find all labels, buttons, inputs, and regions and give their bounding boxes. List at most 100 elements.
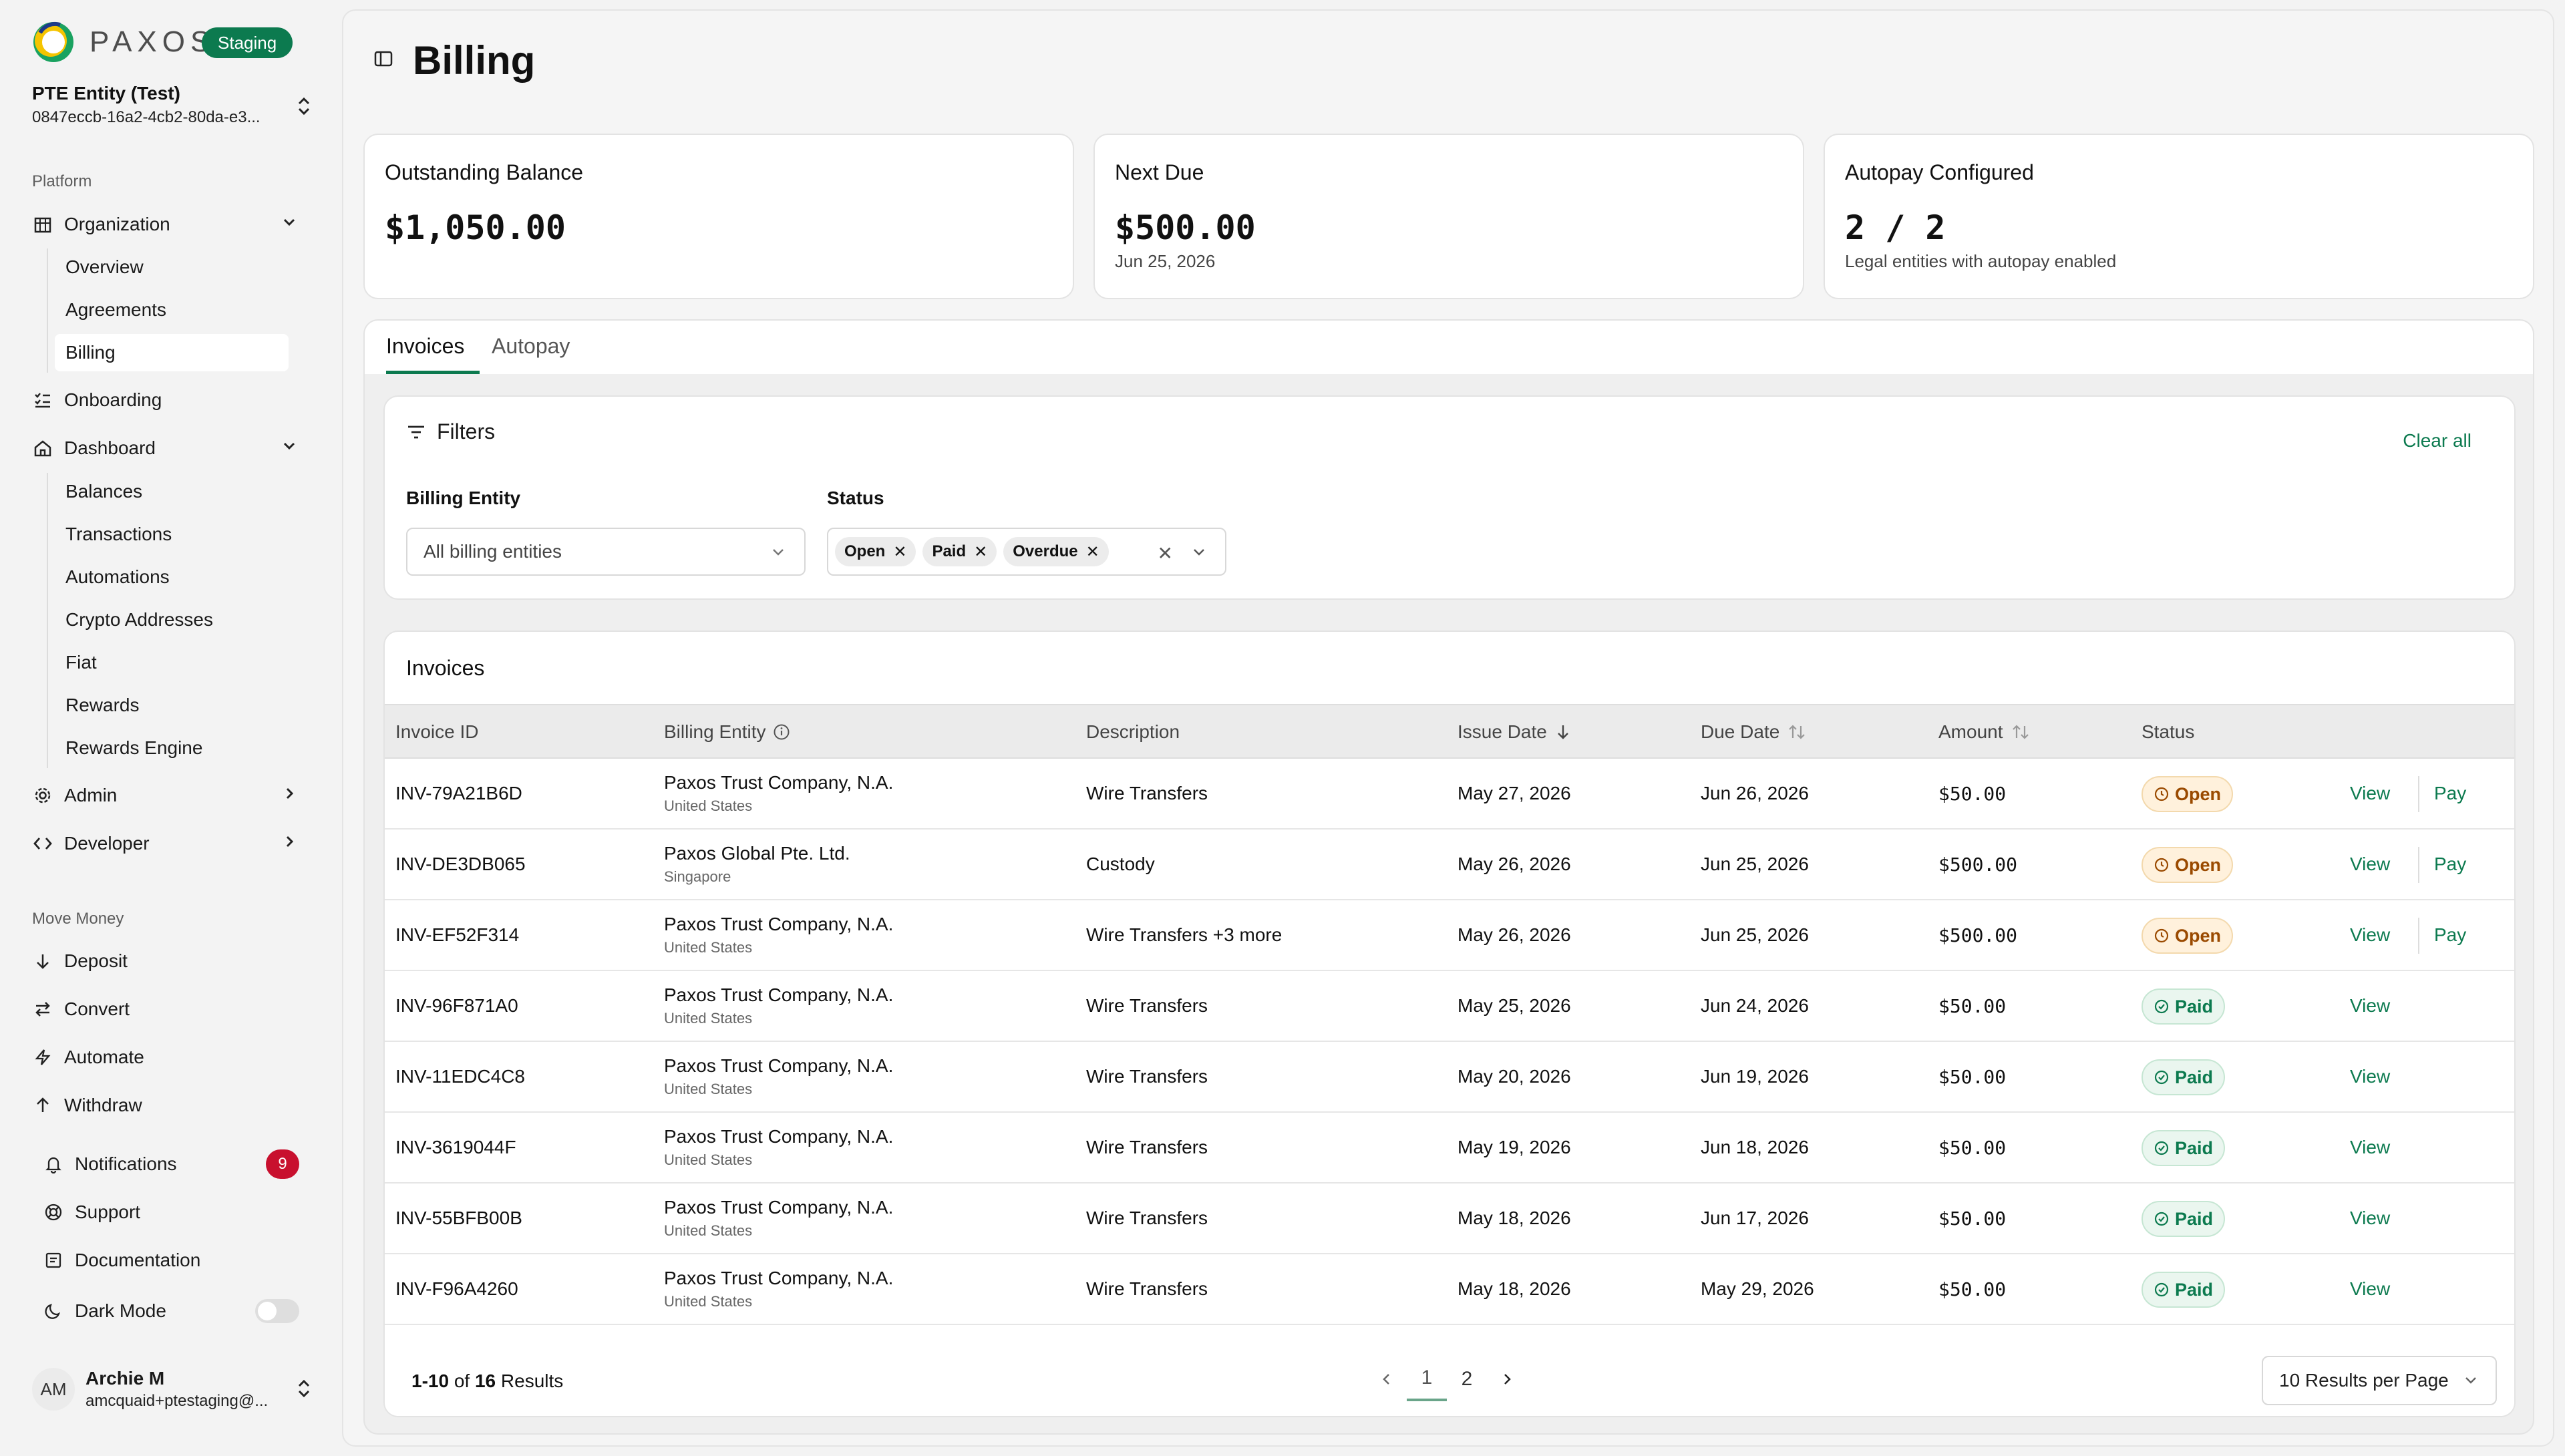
nav-rewards-engine[interactable]: Rewards Engine <box>55 729 289 767</box>
nav-organization[interactable]: Organization <box>32 206 313 243</box>
nav-documentation[interactable]: Documentation <box>43 1242 313 1279</box>
nav-crypto-addresses[interactable]: Crypto Addresses <box>55 601 289 639</box>
table-row[interactable]: INV-79A21B6D Paxos Trust Company, N.A. Uni… <box>385 759 2514 830</box>
page-button-2[interactable]: 2 <box>1447 1357 1487 1401</box>
invoices-table-card: Invoices Invoice ID Billing Entity Descr… <box>383 630 2516 1417</box>
nav-admin[interactable]: Admin <box>32 777 313 814</box>
nav-billing[interactable]: Billing <box>55 334 289 371</box>
tab-autopay[interactable]: Autopay <box>492 334 570 374</box>
view-invoice-link[interactable]: View <box>2350 1137 2390 1158</box>
entity-name: Paxos Trust Company, N.A. <box>664 1055 894 1076</box>
chevron-down-icon[interactable] <box>281 214 298 236</box>
user-email: amcquaid+ptestaging@... <box>86 1392 269 1410</box>
nav-convert[interactable]: Convert <box>32 990 313 1028</box>
view-invoice-link[interactable]: View <box>2350 1066 2390 1087</box>
chevron-right-icon[interactable] <box>281 785 298 807</box>
due-date: Jun 19, 2026 <box>1701 1066 1809 1087</box>
nav-overview[interactable]: Overview <box>55 248 289 286</box>
next-page-button[interactable] <box>1487 1357 1527 1401</box>
view-invoice-link[interactable]: View <box>2350 924 2390 946</box>
nav-transactions[interactable]: Transactions <box>55 516 289 553</box>
nav-label: Deposit <box>64 950 128 971</box>
nav-rewards[interactable]: Rewards <box>55 687 289 724</box>
view-invoice-link[interactable]: View <box>2350 783 2390 804</box>
table-row[interactable]: INV-55BFB00B Paxos Trust Company, N.A. Uni… <box>385 1184 2514 1254</box>
entity-country: United States <box>664 1293 753 1310</box>
close-icon[interactable]: ✕ <box>1086 542 1099 562</box>
nav-automate[interactable]: Automate <box>32 1039 313 1076</box>
table-row[interactable]: INV-EF52F314 Paxos Trust Company, N.A. Uni… <box>385 900 2514 971</box>
pay-invoice-link[interactable]: Pay <box>2434 783 2466 804</box>
invoice-id: INV-11EDC4C8 <box>395 1066 526 1087</box>
entity-name: Paxos Global Pte. Ltd. <box>664 843 850 864</box>
chevron-right-icon[interactable] <box>281 833 298 855</box>
avatar: AM <box>32 1368 75 1411</box>
nav-balances[interactable]: Balances <box>55 473 289 510</box>
due-date: Jun 24, 2026 <box>1701 995 1809 1016</box>
stat-title: Next Due <box>1115 160 1204 184</box>
sort-icon[interactable] <box>2011 723 2030 741</box>
due-date: Jun 25, 2026 <box>1701 924 1809 945</box>
table-row[interactable]: INV-3619044F Paxos Trust Company, N.A. Uni… <box>385 1113 2514 1184</box>
sort-icon[interactable] <box>1787 723 1806 741</box>
dark-mode-toggle[interactable] <box>255 1299 299 1323</box>
nav-developer[interactable]: Developer <box>32 825 313 862</box>
status-chip-open[interactable]: Open ✕ <box>835 537 916 566</box>
table-row[interactable]: INV-F96A4260 Paxos Trust Company, N.A. Uni… <box>385 1254 2514 1325</box>
nav-withdraw[interactable]: Withdraw <box>32 1087 313 1124</box>
table-row[interactable]: INV-96F871A0 Paxos Trust Company, N.A. Uni… <box>385 971 2514 1042</box>
status-chip-overdue[interactable]: Overdue ✕ <box>1003 537 1109 566</box>
invoice-amount: $50.00 <box>1938 1137 2007 1159</box>
user-menu[interactable]: AM Archie M amcquaid+ptestaging@... <box>32 1362 313 1416</box>
results-per-page-select[interactable]: 10 Results per Page <box>2262 1356 2497 1405</box>
issue-date: May 26, 2026 <box>1458 924 1571 945</box>
nav-dashboard[interactable]: Dashboard <box>32 429 313 467</box>
brand-logo[interactable]: PAXOS <box>31 20 215 64</box>
nav-label: Developer <box>64 833 150 854</box>
nav-fiat[interactable]: Fiat <box>55 644 289 681</box>
view-invoice-link[interactable]: View <box>2350 1208 2390 1229</box>
results-range: 1-10 <box>411 1371 450 1391</box>
view-invoice-link[interactable]: View <box>2350 1278 2390 1300</box>
view-invoice-link[interactable]: View <box>2350 854 2390 875</box>
home-icon <box>32 437 53 459</box>
page-title: Billing <box>413 38 536 83</box>
chip-label: Open <box>844 542 886 560</box>
nav-agreements[interactable]: Agreements <box>55 291 289 329</box>
nav-automations[interactable]: Automations <box>55 558 289 596</box>
previous-page-button[interactable] <box>1367 1357 1407 1401</box>
info-icon[interactable] <box>773 723 790 741</box>
pay-invoice-link[interactable]: Pay <box>2434 854 2466 875</box>
billing-entity-select[interactable]: All billing entities <box>406 528 806 576</box>
tab-invoices[interactable]: Invoices <box>386 334 480 374</box>
column-amount[interactable]: Amount <box>1938 721 2030 743</box>
entity-switcher[interactable]: PTE Entity (Test) 0847eccb-16a2-4cb2-80d… <box>32 83 313 127</box>
pay-invoice-link[interactable]: Pay <box>2434 924 2466 946</box>
nav-deposit[interactable]: Deposit <box>32 942 313 980</box>
clock-icon <box>2154 928 2170 944</box>
column-issue-date[interactable]: Issue Date <box>1458 721 1571 743</box>
stat-card-next-due: Next Due $500.00 Jun 25, 2026 <box>1093 134 1804 299</box>
nav-rail <box>47 248 48 373</box>
sort-descending-icon[interactable] <box>1555 723 1571 741</box>
chevron-down-icon[interactable] <box>281 437 298 460</box>
nav-support[interactable]: Support <box>43 1194 313 1231</box>
status-chip-paid[interactable]: Paid ✕ <box>922 537 997 566</box>
nav-onboarding[interactable]: Onboarding <box>32 381 313 419</box>
table-row[interactable]: INV-11EDC4C8 Paxos Trust Company, N.A. Uni… <box>385 1042 2514 1113</box>
close-icon[interactable]: ✕ <box>974 542 987 562</box>
chevron-down-icon[interactable] <box>1190 544 1208 566</box>
status-multi-select[interactable]: Open ✕ Paid ✕ Overdue ✕ ✕ <box>827 528 1226 576</box>
clear-selection-icon[interactable]: ✕ <box>1158 542 1173 564</box>
close-icon[interactable]: ✕ <box>893 542 906 562</box>
page-button-1[interactable]: 1 <box>1407 1357 1447 1401</box>
chevron-up-down-icon[interactable] <box>295 95 313 121</box>
sidebar-toggle-icon[interactable] <box>373 48 394 73</box>
clear-all-filters-link[interactable]: Clear all <box>2403 430 2471 451</box>
due-date: Jun 17, 2026 <box>1701 1208 1809 1228</box>
chevron-up-down-icon[interactable] <box>295 1377 313 1403</box>
view-invoice-link[interactable]: View <box>2350 995 2390 1017</box>
column-due-date[interactable]: Due Date <box>1701 721 1806 743</box>
table-row[interactable]: INV-DE3DB065 Paxos Global Pte. Ltd. Singap… <box>385 830 2514 900</box>
due-date: Jun 26, 2026 <box>1701 783 1809 803</box>
